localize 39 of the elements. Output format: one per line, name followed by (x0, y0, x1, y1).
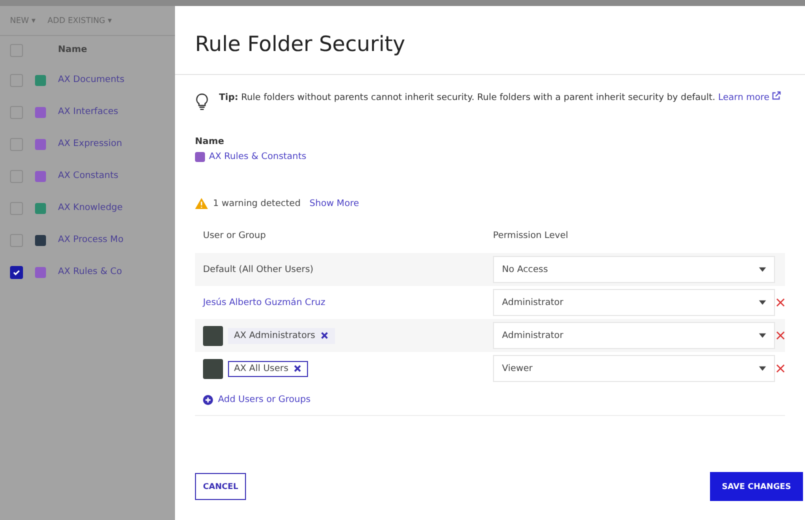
checkbox[interactable] (10, 266, 23, 278)
name-label: Name (195, 137, 226, 147)
remove-icon[interactable] (776, 364, 784, 373)
group-avatar (203, 358, 223, 378)
remove-icon[interactable] (776, 331, 784, 340)
checkmark-icon (12, 268, 21, 276)
caret-icon (759, 300, 766, 305)
caret-icon (759, 366, 766, 371)
column-header: Permission Level (493, 231, 570, 241)
user-link[interactable]: Jesús Alberto Guzmán Cruz (203, 298, 326, 308)
lightbulb-icon (195, 93, 209, 111)
remove-icon[interactable] (776, 298, 784, 307)
show-more-link[interactable]: Show More (310, 198, 359, 208)
column-header: Name (58, 45, 88, 55)
folder-link[interactable]: AX Rules & Constants (209, 152, 306, 162)
group-chip[interactable]: AX Administrators (228, 328, 336, 344)
permission-dropdown[interactable]: Viewer (493, 355, 775, 382)
permission-dropdown[interactable]: Administrator (493, 289, 775, 316)
dialog-title: Rule Folder Security (194, 31, 406, 58)
learn-more-link[interactable]: Learn more (718, 93, 782, 103)
group-chip[interactable]: AX All Users (228, 360, 308, 376)
user-name: Default (All Other Users) (203, 264, 314, 274)
column-header: User or Group (202, 231, 267, 241)
caret-icon (759, 333, 766, 338)
warning-icon (195, 198, 208, 209)
add-icon (203, 395, 213, 405)
remove-chip-icon[interactable] (293, 364, 302, 373)
save-changes-button[interactable]: SAVE CHANGES (710, 472, 803, 500)
tip-text: Tip: Rule folders without parents cannot inherit security. Rule folders with a parent inherit security by default. Learn more (219, 91, 782, 111)
external-link-icon (772, 91, 782, 100)
group-avatar (203, 326, 223, 346)
warning-text: 1 warning detected (213, 198, 301, 208)
add-users-link[interactable]: Add Users or Groups (195, 385, 785, 405)
folder-icon (195, 152, 205, 162)
caret-icon (759, 267, 766, 272)
cancel-button[interactable]: CANCEL (195, 472, 246, 500)
remove-chip-icon[interactable] (320, 331, 330, 340)
permission-dropdown[interactable]: Administrator (493, 322, 775, 349)
permission-dropdown[interactable]: No Access (493, 256, 775, 283)
